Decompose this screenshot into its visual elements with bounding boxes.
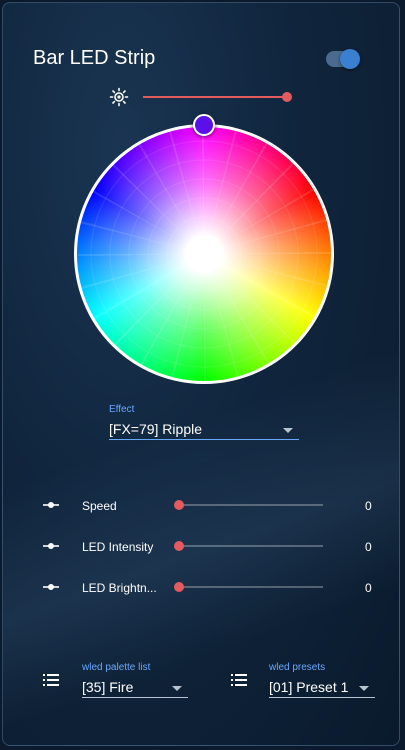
card-title: Bar LED Strip: [33, 47, 156, 69]
led-brightness-track: [179, 586, 323, 588]
effect-value: [FX=79] Ripple: [109, 421, 202, 437]
palette-underline: [82, 697, 188, 698]
intensity-value: 0: [365, 540, 372, 554]
presets-value: [01] Preset 1: [269, 679, 349, 695]
slider-icon: [43, 502, 59, 508]
speed-label: Speed: [82, 499, 117, 513]
speed-thumb[interactable]: [174, 500, 184, 510]
led-brightness-slider[interactable]: [174, 577, 323, 597]
intensity-label: LED Intensity: [82, 540, 154, 554]
intensity-track: [179, 545, 323, 547]
list-icon: [231, 674, 247, 686]
speed-track: [179, 504, 323, 506]
color-wheel-handle[interactable]: [193, 114, 215, 136]
intensity-thumb[interactable]: [174, 541, 184, 551]
palette-select[interactable]: wled palette list [35] Fire: [82, 662, 188, 698]
led-brightness-thumb[interactable]: [174, 582, 184, 592]
presets-underline: [269, 697, 375, 698]
brightness-icon: [109, 87, 129, 107]
palette-label: wled palette list: [82, 662, 151, 673]
led-brightness-value: 0: [365, 581, 372, 595]
brightness-thumb[interactable]: [282, 92, 292, 102]
color-wheel[interactable]: [74, 124, 334, 384]
chevron-down-icon: [359, 686, 369, 691]
toggle-knob[interactable]: [340, 49, 360, 69]
effect-label: Effect: [109, 404, 135, 415]
chevron-down-icon: [283, 428, 293, 433]
palette-value: [35] Fire: [82, 679, 134, 695]
list-icon: [43, 674, 59, 686]
slider-icon: [43, 584, 59, 590]
intensity-slider[interactable]: [174, 536, 323, 556]
chevron-down-icon: [172, 686, 182, 691]
slider-icon: [43, 543, 59, 549]
effect-underline: [109, 439, 299, 440]
light-card: Bar LED Strip Effect [FX=79] Ripple Spee…: [2, 2, 400, 746]
power-toggle[interactable]: [326, 49, 360, 69]
speed-slider[interactable]: [174, 495, 323, 515]
led-brightness-label: LED Brightn...: [82, 581, 157, 595]
brightness-slider[interactable]: [143, 87, 292, 107]
brightness-fill: [143, 96, 287, 98]
speed-value: 0: [365, 499, 372, 513]
presets-select[interactable]: wled presets [01] Preset 1: [269, 662, 375, 698]
effect-select[interactable]: Effect [FX=79] Ripple: [109, 404, 299, 440]
color-wheel-container: [74, 114, 334, 384]
presets-label: wled presets: [269, 662, 326, 673]
